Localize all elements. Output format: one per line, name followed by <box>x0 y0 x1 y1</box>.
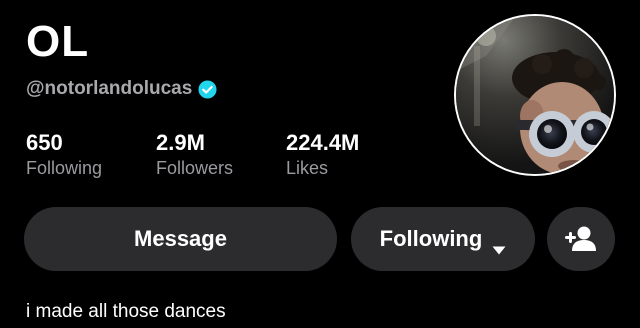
chevron-down-icon <box>492 235 506 254</box>
following-button-label: Following <box>379 226 483 251</box>
username-handle: @notorlandolucas <box>26 78 193 99</box>
add-user-icon <box>565 226 597 252</box>
avatar[interactable] <box>456 16 614 174</box>
following-count: 650 <box>26 130 63 155</box>
display-name: OL <box>26 17 90 66</box>
following-label: Following <box>26 158 103 178</box>
followers-count: 2.9M <box>156 130 205 155</box>
stat-following[interactable]: 650 Following <box>26 130 102 180</box>
followers-label: Followers <box>156 158 234 178</box>
likes-count: 224.4M <box>286 130 360 155</box>
add-friend-button[interactable] <box>547 207 615 271</box>
stat-followers[interactable]: 2.9M Followers <box>156 130 233 180</box>
handle-row: @notorlandolucas <box>26 77 217 101</box>
verified-badge-icon <box>198 79 217 99</box>
message-button[interactable]: Message <box>24 207 337 271</box>
stat-likes[interactable]: 224.4M Likes <box>286 130 359 180</box>
bio-text: i made all those dances <box>26 301 226 322</box>
likes-label: Likes <box>286 158 329 178</box>
message-button-label: Message <box>134 226 227 251</box>
following-button[interactable]: Following <box>351 207 535 271</box>
